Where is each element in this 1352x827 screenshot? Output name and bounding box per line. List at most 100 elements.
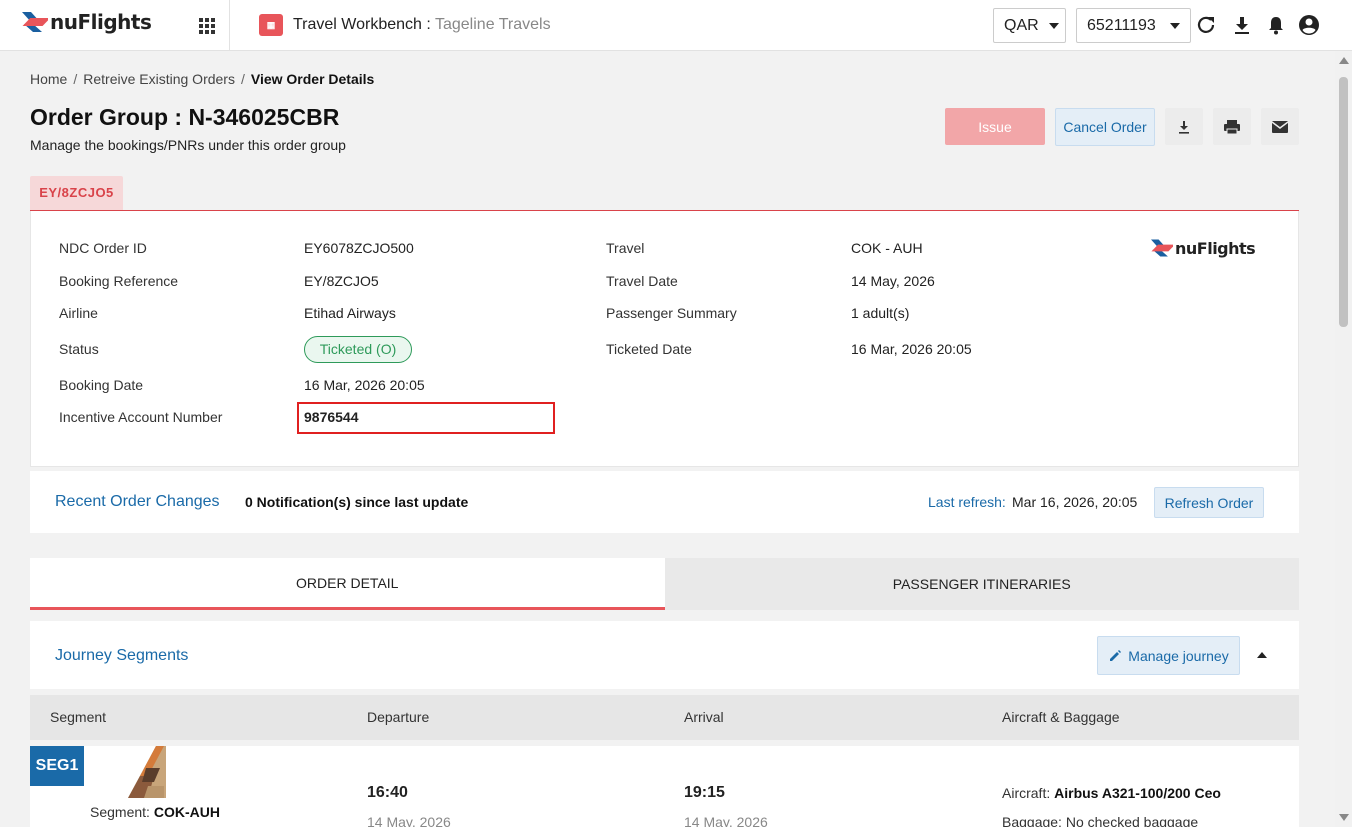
travel-date-label: Travel Date bbox=[606, 273, 678, 289]
airline-value: Etihad Airways bbox=[304, 305, 396, 321]
segment-route-value: COK-AUH bbox=[153, 804, 220, 820]
status-label: Status bbox=[59, 341, 99, 357]
incentive-account-value: 9876544 bbox=[304, 409, 359, 425]
detail-tabs: ORDER DETAIL PASSENGER ITINERARIES bbox=[30, 558, 1299, 610]
page-title: Order Group : N-346025CBR bbox=[30, 104, 340, 130]
arrival-time: 19:15 bbox=[684, 784, 725, 801]
travel-label: Travel bbox=[606, 240, 645, 256]
cancel-order-button[interactable]: Cancel Order bbox=[1055, 108, 1155, 146]
booking-date-value: 16 Mar, 2026 20:05 bbox=[304, 377, 425, 393]
aircraft-value: Airbus A321-100/200 Ceo bbox=[1054, 785, 1221, 801]
divider bbox=[229, 0, 230, 51]
download-icon bbox=[1179, 120, 1189, 134]
account-value: 65211193 bbox=[1087, 16, 1156, 34]
breadcrumb-sep: / bbox=[73, 71, 78, 87]
journey-segments-header: Journey Segments Manage journey bbox=[30, 621, 1299, 689]
recent-changes-title[interactable]: Recent Order Changes bbox=[55, 493, 220, 511]
travel-date-value: 14 May, 2026 bbox=[851, 273, 935, 289]
notification-count: 0 Notification(s) since last update bbox=[245, 494, 469, 510]
workbench-title: Travel Workbench : Tageline Travels bbox=[293, 16, 551, 34]
baggage-info: Baggage: No checked baggage bbox=[1002, 814, 1198, 827]
refresh-icon[interactable] bbox=[1195, 14, 1217, 36]
nuflights-logo[interactable]: nuFlights bbox=[22, 10, 152, 34]
segment-route: Segment: COK-AUH bbox=[90, 804, 220, 820]
bell-icon[interactable] bbox=[1265, 14, 1287, 36]
tab-order-detail[interactable]: ORDER DETAIL bbox=[30, 558, 665, 610]
workbench-label: Travel Workbench : bbox=[293, 16, 431, 33]
email-button[interactable] bbox=[1261, 108, 1299, 145]
top-bar: nuFlights ▦ Travel Workbench : Tageline … bbox=[0, 0, 1352, 51]
segment-badge: SEG1 bbox=[30, 746, 84, 786]
account-select[interactable]: 65211193 bbox=[1076, 8, 1191, 43]
aircraft-label: Aircraft: bbox=[1002, 785, 1051, 801]
segments-table-header: Segment Departure Arrival Aircraft & Bag… bbox=[30, 695, 1299, 740]
logo-text: nuFlights bbox=[1175, 238, 1256, 258]
column-header: Departure bbox=[367, 709, 430, 725]
printer-icon bbox=[1224, 119, 1240, 134]
download-order-button[interactable] bbox=[1165, 108, 1203, 145]
scroll-thumb[interactable] bbox=[1339, 77, 1348, 327]
breadcrumb-home[interactable]: Home bbox=[30, 71, 67, 87]
collapse-icon[interactable] bbox=[1257, 652, 1267, 658]
departure-time: 16:40 bbox=[367, 784, 408, 801]
logo-text: nuFlights bbox=[50, 10, 152, 34]
scroll-up-icon[interactable] bbox=[1339, 57, 1349, 64]
booking-date-label: Booking Date bbox=[59, 377, 144, 393]
baggage-label: Baggage: bbox=[1002, 814, 1062, 827]
passenger-summary-label: Passenger Summary bbox=[606, 305, 737, 321]
agency-name: Tageline Travels bbox=[434, 16, 551, 33]
chevron-down-icon bbox=[1048, 22, 1059, 29]
download-icon[interactable] bbox=[1231, 14, 1253, 36]
status-badge: Ticketed (O) bbox=[304, 336, 412, 363]
last-refresh-value: Mar 16, 2026, 20:05 bbox=[1012, 494, 1138, 510]
segment-row: SEG1 Segment: COK-AUH 16:40 14 May, 2026… bbox=[30, 746, 1299, 827]
journey-segments-title: Journey Segments bbox=[55, 647, 189, 664]
account-circle-icon[interactable] bbox=[1298, 14, 1320, 36]
aircraft-info: Aircraft: Airbus A321-100/200 Ceo bbox=[1002, 785, 1221, 801]
column-header: Segment bbox=[50, 709, 107, 725]
breadcrumb-existing-orders[interactable]: Retreive Existing Orders bbox=[83, 71, 235, 87]
page-subtitle: Manage the bookings/PNRs under this orde… bbox=[30, 137, 346, 153]
incentive-account-label: Incentive Account Number bbox=[59, 409, 223, 425]
recent-order-changes: Recent Order Changes 0 Notification(s) s… bbox=[30, 471, 1299, 533]
column-header: Aircraft & Baggage bbox=[1002, 709, 1120, 725]
ticketed-date-label: Ticketed Date bbox=[606, 341, 692, 357]
airline-tail-logo bbox=[128, 746, 166, 798]
column-header: Arrival bbox=[684, 709, 724, 725]
passenger-summary-value: 1 adult(s) bbox=[851, 305, 910, 321]
baggage-value: No checked baggage bbox=[1065, 814, 1199, 827]
pnr-tab[interactable]: EY/8ZCJO5 bbox=[30, 176, 123, 210]
breadcrumb-sep: / bbox=[240, 71, 245, 87]
breadcrumb-current: View Order Details bbox=[250, 71, 375, 87]
currency-select[interactable]: QAR bbox=[993, 8, 1066, 43]
manage-journey-label: Manage journey bbox=[1128, 647, 1229, 664]
currency-value: QAR bbox=[1004, 16, 1039, 34]
segment-route-label: Segment: bbox=[90, 804, 150, 820]
order-details-card: NDC Order ID EY6078ZCJO500 Booking Refer… bbox=[30, 211, 1299, 467]
pencil-icon bbox=[1110, 649, 1122, 661]
airline-label: Airline bbox=[59, 305, 98, 321]
refresh-order-button[interactable]: Refresh Order bbox=[1154, 487, 1264, 518]
nuflights-mark-icon bbox=[22, 12, 48, 32]
booking-reference-value: EY/8ZCJO5 bbox=[304, 273, 379, 289]
page-scrollbar[interactable] bbox=[1335, 51, 1352, 827]
arrival-date: 14 May, 2026 bbox=[684, 814, 768, 827]
scroll-down-icon[interactable] bbox=[1339, 814, 1349, 821]
mail-icon bbox=[1271, 120, 1289, 133]
breadcrumb: Home / Retreive Existing Orders / View Order… bbox=[30, 71, 374, 87]
departure-date: 14 May, 2026 bbox=[367, 814, 451, 827]
ticketed-date-value: 16 Mar, 2026 20:05 bbox=[851, 341, 972, 357]
tab-passenger-itineraries[interactable]: PASSENGER ITINERARIES bbox=[664, 558, 1299, 610]
workbench-icon: ▦ bbox=[259, 14, 283, 36]
booking-reference-label: Booking Reference bbox=[59, 273, 179, 289]
supplier-logo: nuFlights bbox=[1151, 237, 1256, 259]
apps-grid-icon[interactable] bbox=[196, 15, 218, 37]
print-button[interactable] bbox=[1213, 108, 1251, 145]
ndc-order-id-value: EY6078ZCJO500 bbox=[304, 240, 414, 256]
ndc-order-id-label: NDC Order ID bbox=[59, 240, 147, 256]
issue-button[interactable]: Issue bbox=[945, 108, 1045, 145]
last-refresh-label: Last refresh: bbox=[928, 494, 1006, 510]
travel-value: COK - AUH bbox=[851, 240, 923, 256]
nuflights-mark-icon bbox=[1151, 239, 1173, 257]
manage-journey-button[interactable]: Manage journey bbox=[1097, 636, 1240, 675]
